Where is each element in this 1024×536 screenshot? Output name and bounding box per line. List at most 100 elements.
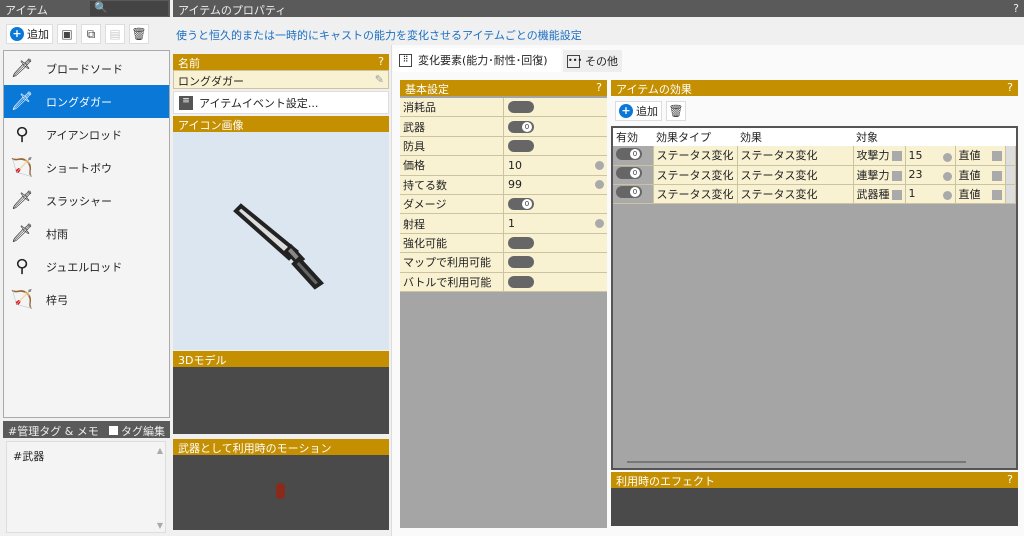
name-section-header: 名前? (173, 54, 389, 70)
mode-cell[interactable]: 直値 (959, 188, 981, 201)
setting-label: 持てる数 (400, 175, 504, 194)
number-value[interactable]: 99 (508, 178, 522, 191)
setting-row: 防具 (400, 136, 607, 157)
add-item-button[interactable]: + 追加 (6, 24, 53, 44)
column-header[interactable]: 有効 (613, 128, 653, 146)
spinner-icon[interactable] (595, 180, 604, 190)
add-effect-button[interactable]: + 追加 (615, 101, 662, 121)
column-header[interactable]: 効果 (737, 128, 853, 146)
effect-cell[interactable]: ステータス変化 (737, 184, 854, 204)
dropdown-icon[interactable] (991, 189, 1002, 200)
toggle-switch[interactable] (508, 101, 534, 114)
delete-button[interactable]: 🗑 (129, 24, 149, 44)
list-item[interactable]: ⚲ ジュエルロッド (4, 250, 169, 283)
table-row[interactable]: ステータス変化ステータス変化攻撃力15直値 (613, 146, 1016, 166)
tag-edit-label: タグ編集 (121, 425, 165, 438)
help-icon[interactable]: ? (1007, 473, 1013, 487)
spinner-icon[interactable] (595, 219, 604, 229)
spinner-icon[interactable] (942, 172, 952, 181)
character-sprite (276, 483, 285, 499)
enabled-toggle[interactable] (616, 147, 642, 160)
use-effect-area[interactable] (611, 488, 1018, 526)
effect-type-cell[interactable]: ステータス変化 (653, 146, 738, 166)
number-value[interactable]: 1 (508, 217, 515, 230)
tab-other[interactable]: ••• その他 (563, 50, 622, 72)
grid-icon: ⠿ (399, 53, 412, 67)
help-icon[interactable]: ? (1007, 81, 1013, 95)
column-header[interactable]: 効果タイプ (653, 128, 737, 146)
search-input[interactable]: 🔍 (90, 1, 168, 16)
target-cell[interactable]: 連撃力 (857, 169, 890, 182)
tab-label: 変化要素(能力･耐性･回復) (418, 54, 548, 67)
column-header[interactable]: 対象 (853, 128, 905, 146)
model-area[interactable] (173, 367, 389, 434)
spinner-icon[interactable] (595, 160, 604, 170)
target-cell[interactable]: 武器種 (857, 188, 890, 201)
toggle-switch[interactable] (508, 236, 534, 249)
value-cell[interactable]: 15 (909, 149, 923, 162)
effect-cell[interactable]: ステータス変化 (737, 165, 854, 185)
toggle-switch[interactable] (508, 275, 534, 288)
name-input[interactable]: ロングダガー ✎ (173, 70, 389, 89)
plus-icon: + (619, 104, 633, 118)
copy-button[interactable]: ⧉ (81, 24, 101, 44)
table-row[interactable]: ステータス変化ステータス変化連撃力23直値 (613, 165, 1016, 185)
effect-cell[interactable]: ステータス変化 (737, 146, 854, 166)
tag-edit-checkbox[interactable]: タグ編集 (109, 423, 165, 438)
setting-label: マップで利用可能 (400, 253, 504, 272)
help-icon[interactable]: ? (596, 81, 602, 95)
value-cell[interactable]: 1 (909, 187, 916, 200)
dagger-icon: 🗡 (10, 91, 34, 112)
list-item[interactable]: 🏹 梓弓 (4, 283, 169, 316)
setting-row: 持てる数 99 (400, 175, 607, 195)
delete-effect-button[interactable]: 🗑 (666, 101, 686, 121)
list-item[interactable]: 🗡 村雨 (4, 217, 169, 250)
enabled-toggle[interactable] (616, 186, 642, 198)
mode-cell[interactable]: 直値 (959, 149, 981, 162)
toggle-switch[interactable] (508, 120, 534, 133)
target-cell[interactable]: 攻撃力 (857, 149, 890, 162)
toggle-switch[interactable] (508, 256, 534, 269)
list-item[interactable]: 🗡 ロングダガー (4, 85, 169, 118)
motion-area[interactable] (173, 455, 389, 530)
setting-row: ダメージ (400, 194, 607, 215)
item-event-button[interactable]: ≡ アイテムイベント設定... (173, 91, 389, 114)
setting-row: 射程 1 (400, 214, 607, 234)
memo-textarea[interactable]: #武器 ▲ ▼ (6, 441, 166, 533)
dropdown-icon[interactable] (891, 170, 902, 181)
items-title: アイテム (5, 4, 48, 17)
dropdown-icon[interactable] (991, 170, 1002, 181)
dropdown-icon[interactable] (891, 189, 902, 200)
pencil-icon[interactable]: ✎ (375, 73, 384, 86)
toggle-switch[interactable] (508, 139, 534, 152)
scroll-down-icon[interactable]: ▼ (157, 521, 163, 530)
effect-type-cell[interactable]: ステータス変化 (653, 165, 738, 185)
tab-modifiers[interactable]: ⠿ 変化要素(能力･耐性･回復) (393, 48, 561, 72)
list-item[interactable]: 🗡 ブロードソード (4, 52, 169, 85)
toggle-switch[interactable] (508, 198, 534, 211)
icon-image-area[interactable] (173, 132, 389, 350)
column-header[interactable] (955, 128, 1005, 146)
add-folder-button[interactable]: ▣ (57, 24, 77, 44)
dropdown-icon[interactable] (891, 151, 902, 162)
add-label: 追加 (636, 105, 658, 118)
help-icon[interactable]: ? (378, 55, 384, 69)
table-row[interactable]: ステータス変化ステータス変化武器種1直値 (613, 184, 1016, 204)
horizontal-scrollbar[interactable] (627, 461, 966, 463)
mode-cell[interactable]: 直値 (959, 169, 981, 182)
setting-row: 強化可能 (400, 233, 607, 254)
paste-button[interactable]: ▤ (105, 24, 125, 44)
spinner-icon[interactable] (942, 191, 952, 200)
help-icon[interactable]: ? (1013, 2, 1019, 15)
spinner-icon[interactable] (942, 152, 952, 162)
value-cell[interactable]: 23 (909, 168, 923, 181)
list-item[interactable]: ⚲ アイアンロッド (4, 118, 169, 151)
effect-type-cell[interactable]: ステータス変化 (653, 184, 738, 204)
column-header[interactable] (905, 128, 955, 146)
dropdown-icon[interactable] (991, 151, 1002, 162)
scroll-up-icon[interactable]: ▲ (157, 446, 163, 455)
enabled-toggle[interactable] (616, 167, 642, 179)
list-item[interactable]: 🗡 スラッシャー (4, 184, 169, 217)
list-item[interactable]: 🏹 ショートボウ (4, 151, 169, 184)
number-value[interactable]: 10 (508, 159, 522, 172)
